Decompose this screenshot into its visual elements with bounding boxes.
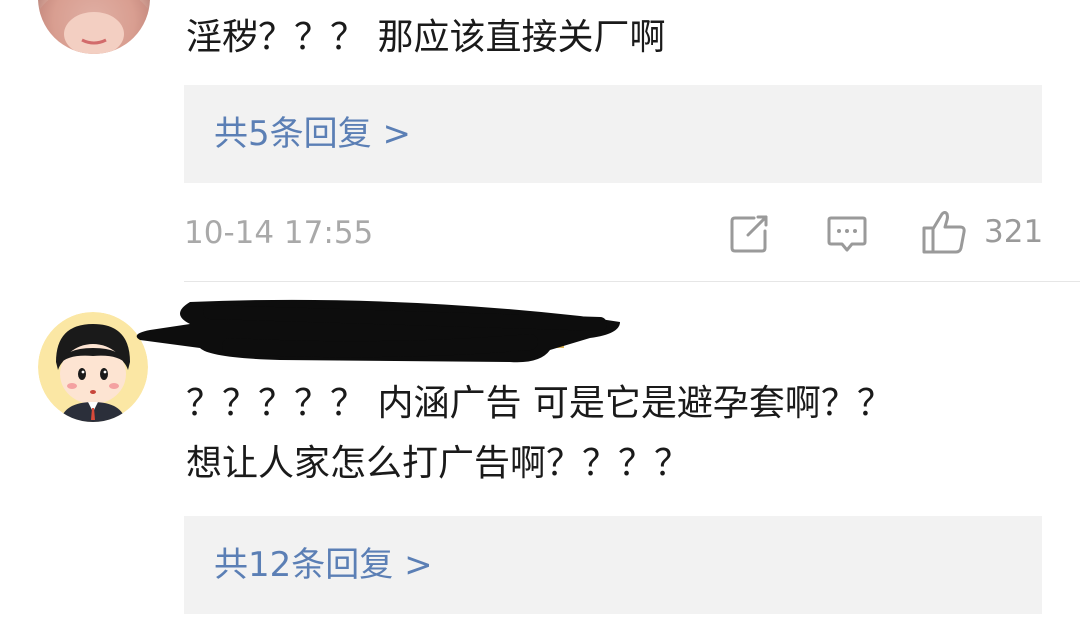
share-icon[interactable] (728, 213, 770, 255)
comment-text: ？？？？？ 内涵广告 可是它是避孕套啊？？ 想让人家怎么打广告啊？？？？ (186, 374, 893, 494)
redacted-username (136, 299, 620, 363)
thumbs-up-icon[interactable] (920, 208, 968, 256)
comment-text: 淫秽？？？ 那应该直接关厂啊 (186, 17, 666, 58)
like-count: 321 (984, 214, 1044, 250)
avatar-photo (38, 0, 150, 54)
replies-box[interactable]: 共5条回复 > (184, 85, 1042, 183)
comment-timestamp: 10-14 17:55 (184, 215, 374, 251)
avatar-user-1[interactable] (38, 0, 150, 54)
comment-divider (184, 281, 1080, 282)
comment-text-line: 想让人家怎么打广告啊？？？？ (186, 443, 691, 484)
view-replies-link[interactable]: 共12条回复 > (214, 540, 433, 590)
comment-icon[interactable] (826, 213, 868, 255)
comment-text-line: ？？？？？ 内涵广告 可是它是避孕套啊？？ (186, 383, 893, 424)
replies-box[interactable]: 共12条回复 > (184, 516, 1042, 614)
view-replies-link[interactable]: 共5条回复 > (214, 109, 411, 159)
